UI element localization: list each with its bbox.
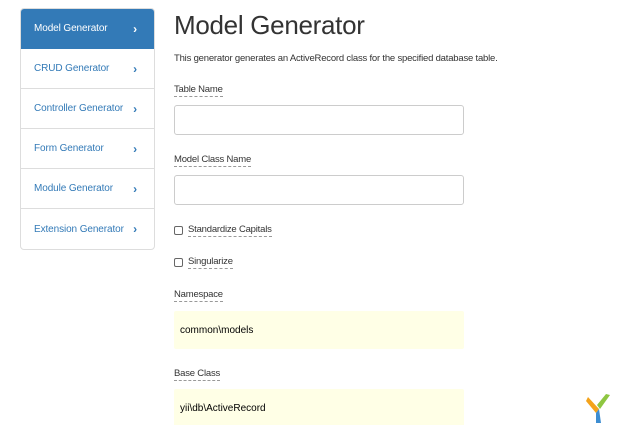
singularize-row[interactable]: Singularize (174, 256, 233, 269)
model-class-name-input[interactable] (174, 175, 464, 205)
sidebar-item-form-generator[interactable]: Form Generator › (21, 129, 154, 169)
chevron-right-icon: › (133, 141, 137, 156)
sidebar-item-model-generator[interactable]: Model Generator › (21, 9, 154, 49)
model-class-name-label: Model Class Name (174, 154, 252, 167)
yii-logo-icon[interactable] (582, 391, 616, 425)
page-title: Model Generator (174, 10, 365, 40)
namespace-input[interactable] (174, 311, 464, 349)
generator-sidebar: Model Generator › CRUD Generator › Contr… (20, 8, 155, 250)
singularize-label: Singularize (188, 256, 233, 269)
sidebar-item-controller-generator[interactable]: Controller Generator › (21, 89, 154, 129)
chevron-right-icon: › (133, 222, 137, 236)
chevron-right-icon: › (133, 21, 137, 36)
table-name-label: Table Name (174, 84, 223, 97)
sidebar-item-extension-generator[interactable]: Extension Generator › (21, 209, 154, 249)
base-class-input[interactable] (174, 389, 464, 425)
standardize-capitals-label: Standardize Capitals (188, 224, 272, 237)
chevron-right-icon: › (133, 181, 137, 196)
sidebar-item-module-generator[interactable]: Module Generator › (21, 169, 154, 209)
sidebar-item-label: Model Generator (34, 23, 108, 34)
singularize-checkbox[interactable] (174, 258, 183, 267)
sidebar-item-label: CRUD Generator (34, 63, 110, 74)
standardize-capitals-checkbox[interactable] (174, 226, 183, 235)
chevron-right-icon: › (133, 101, 137, 116)
sidebar-item-label: Controller Generator (34, 103, 124, 114)
sidebar-item-label: Module Generator (34, 183, 114, 194)
namespace-label: Namespace (174, 289, 223, 302)
standardize-capitals-row[interactable]: Standardize Capitals (174, 224, 272, 237)
base-class-label: Base Class (174, 368, 221, 381)
sidebar-item-label: Form Generator (34, 143, 104, 154)
sidebar-item-label: Extension Generator (34, 223, 124, 235)
table-name-input[interactable] (174, 105, 464, 135)
chevron-right-icon: › (133, 61, 137, 76)
page-description: This generator generates an ActiveRecord… (174, 53, 498, 64)
sidebar-item-crud-generator[interactable]: CRUD Generator › (21, 49, 154, 89)
